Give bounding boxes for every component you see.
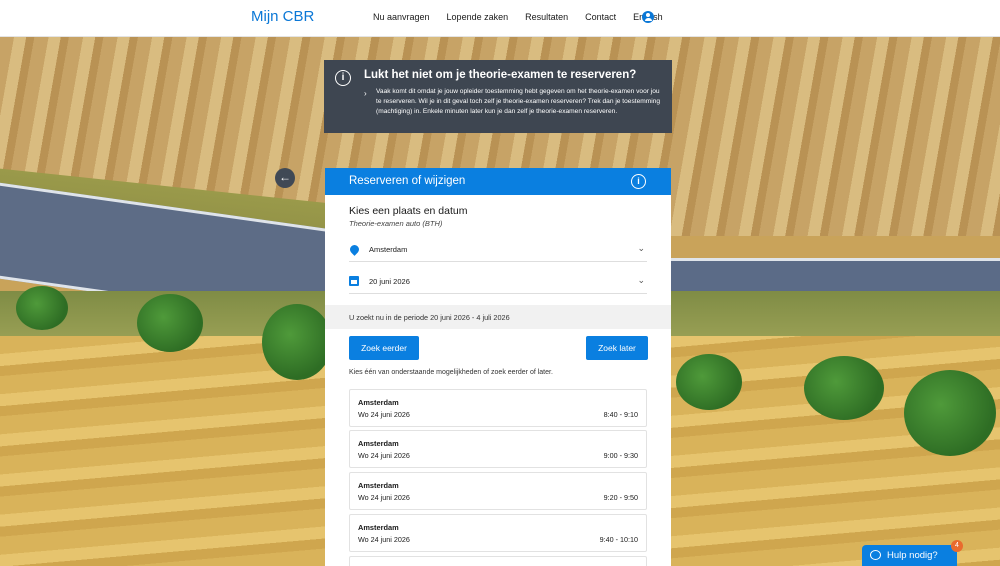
top-navigation-bar: Mijn CBR Nu aanvragen Lopende zaken Resu…: [0, 0, 1000, 37]
tree: [804, 356, 884, 420]
slot-date: Wo 24 juni 2026: [358, 451, 410, 460]
slot-location: Amsterdam: [358, 439, 399, 448]
nav-resultaten[interactable]: Resultaten: [525, 12, 568, 22]
location-pin-icon: [348, 243, 361, 256]
nav-nu-aanvragen[interactable]: Nu aanvragen: [373, 12, 430, 22]
location-value: Amsterdam: [369, 245, 408, 254]
slot-time: 9:00 - 9:30: [603, 451, 638, 460]
card-subtitle: Kies een plaats en datum: [349, 205, 468, 217]
chevron-down-icon: ⌄: [637, 275, 645, 285]
slot-location: Amsterdam: [358, 523, 399, 532]
nav-contact[interactable]: Contact: [585, 12, 616, 22]
time-slot[interactable]: Amsterdam Wo 24 juni 2026 9:20 - 9:50: [349, 472, 647, 510]
search-later-button[interactable]: Zoek later: [586, 336, 648, 360]
period-text: U zoekt nu in de periode 20 juni 2026 - …: [349, 313, 510, 322]
time-slot-partial[interactable]: [349, 556, 647, 566]
notification-badge: 4: [951, 540, 963, 552]
info-icon: i: [335, 70, 351, 86]
search-earlier-button[interactable]: Zoek eerder: [349, 336, 419, 360]
back-arrow-button[interactable]: ←: [275, 168, 295, 188]
info-banner: i Lukt het niet om je theorie-examen te …: [324, 60, 672, 133]
slot-time: 9:20 - 9:50: [603, 493, 638, 502]
tree: [262, 304, 332, 380]
tree: [676, 354, 742, 410]
time-slot[interactable]: Amsterdam Wo 24 juni 2026 8:40 - 9:10: [349, 389, 647, 427]
info-icon[interactable]: i: [631, 174, 646, 189]
exam-type-label: Theorie-examen auto (BTH): [349, 219, 443, 228]
time-slot[interactable]: Amsterdam Wo 24 juni 2026 9:40 - 10:10: [349, 514, 647, 552]
help-label: Hulp nodig?: [887, 550, 938, 561]
calendar-icon: [349, 276, 359, 288]
brand-logo[interactable]: Mijn CBR: [251, 8, 314, 25]
slot-hint: Kies één van onderstaande mogelijkheden …: [349, 369, 553, 376]
date-select[interactable]: 20 juni 2026 ⌄: [349, 271, 647, 294]
card-header: Reserveren of wijzigen i: [325, 168, 671, 195]
user-account-icon[interactable]: [642, 11, 654, 23]
slot-date: Wo 24 juni 2026: [358, 493, 410, 502]
slot-time: 8:40 - 9:10: [603, 410, 638, 419]
location-select[interactable]: Amsterdam ⌄: [348, 239, 647, 262]
banner-title: Lukt het niet om je theorie-examen te re…: [364, 69, 637, 81]
slot-location: Amsterdam: [358, 398, 399, 407]
date-value: 20 juni 2026: [369, 277, 410, 286]
slot-date: Wo 24 juni 2026: [358, 535, 410, 544]
slot-date: Wo 24 juni 2026: [358, 410, 410, 419]
period-info: U zoekt nu in de periode 20 juni 2026 - …: [325, 305, 671, 329]
help-chat-button[interactable]: Hulp nodig?: [862, 545, 957, 566]
time-slot[interactable]: Amsterdam Wo 24 juni 2026 9:00 - 9:30: [349, 430, 647, 468]
chevron-down-icon: ⌄: [637, 243, 645, 253]
chevron-right-icon: ›: [364, 89, 367, 98]
slot-location: Amsterdam: [358, 481, 399, 490]
main-nav: Nu aanvragen Lopende zaken Resultaten Co…: [373, 12, 680, 22]
tree: [904, 370, 996, 456]
tree: [137, 294, 203, 352]
banner-text: Vaak komt dit omdat je jouw opleider toe…: [376, 88, 661, 115]
tree: [16, 286, 68, 330]
card-title: Reserveren of wijzigen: [349, 175, 466, 187]
reservation-card: Reserveren of wijzigen i Kies een plaats…: [325, 168, 671, 566]
chat-bubble-icon: [870, 550, 881, 560]
slot-time: 9:40 - 10:10: [599, 535, 638, 544]
nav-lopende-zaken[interactable]: Lopende zaken: [447, 12, 509, 22]
